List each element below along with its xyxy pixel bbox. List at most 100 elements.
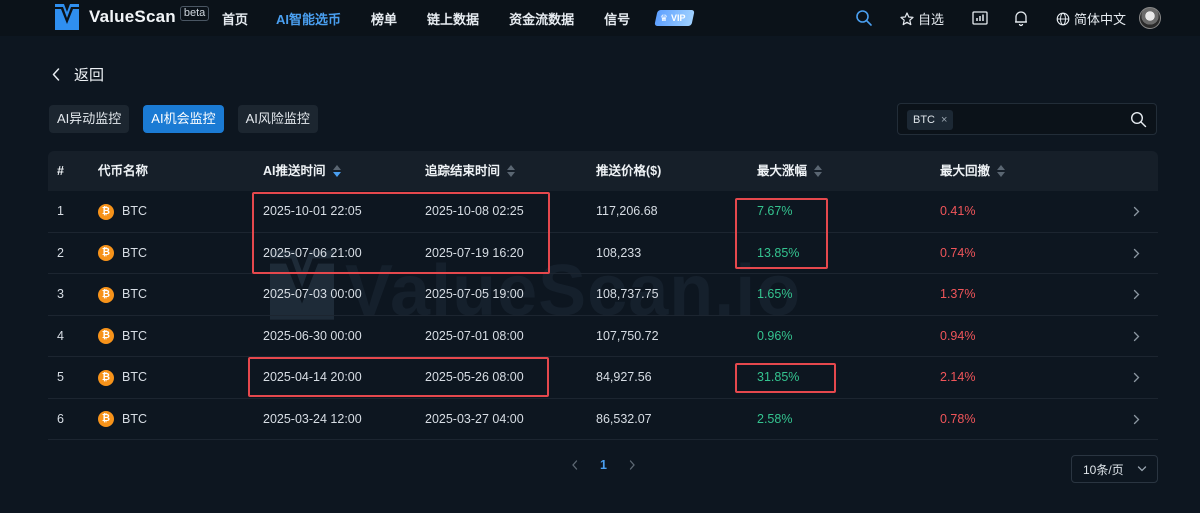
table-row[interactable]: 4 ₿ BTC 2025-06-30 00:00 2025-07-01 08:00… xyxy=(48,316,1158,357)
row-index: 1 xyxy=(57,204,64,218)
nav-rankings[interactable]: 榜单 xyxy=(371,9,397,28)
push-time: 2025-07-03 00:00 xyxy=(263,287,362,301)
chevron-down-icon xyxy=(1137,466,1147,472)
col-push-price: 推送价格($) xyxy=(596,164,662,178)
max-gain: 2.58% xyxy=(757,411,793,426)
btc-icon: ₿ xyxy=(98,411,114,428)
sort-icon[interactable] xyxy=(997,165,1006,177)
col-push-time[interactable]: AI推送时间 xyxy=(263,151,341,191)
col-index: # xyxy=(57,164,64,178)
sort-icon[interactable] xyxy=(332,165,341,177)
push-time: 2025-06-30 00:00 xyxy=(263,328,362,343)
table-header: # 代币名称 AI推送时间 追踪结束时间 推送价格($) 最大涨幅 最大回撤 xyxy=(48,151,1158,191)
coin-cell: ₿ BTC xyxy=(98,274,147,316)
table-row[interactable]: 1 ₿ BTC 2025-10-01 22:05 2025-10-08 02:25… xyxy=(48,191,1158,233)
nav-home[interactable]: 首页 xyxy=(222,9,248,28)
push-price: 86,532.07 xyxy=(596,411,652,426)
col-max-drawdown[interactable]: 最大回撤 xyxy=(940,151,1006,191)
chevron-right-icon[interactable] xyxy=(1132,372,1141,383)
language-selector[interactable]: 简体中文 xyxy=(1056,9,1126,28)
avatar[interactable] xyxy=(1139,7,1161,29)
table-row[interactable]: 2 ₿ BTC 2025-07-06 21:00 2025-07-19 16:20… xyxy=(48,233,1158,274)
push-price: 117,206.68 xyxy=(596,204,658,218)
max-drawdown: 0.41% xyxy=(940,204,976,218)
chevron-right-icon[interactable] xyxy=(1132,414,1141,425)
coin-symbol: BTC xyxy=(122,287,147,301)
push-time: 2025-03-24 12:00 xyxy=(263,411,362,426)
push-price: 107,750.72 xyxy=(596,328,659,343)
favorites-label: 自选 xyxy=(918,12,945,27)
btc-icon: ₿ xyxy=(98,286,114,303)
coin-cell: ₿ BTC xyxy=(98,357,147,399)
chevron-right-icon[interactable] xyxy=(1132,289,1141,300)
crown-icon: ♛ xyxy=(660,12,671,23)
highlight-box-gain-rows-1-2 xyxy=(735,198,828,269)
vip-label: VIP xyxy=(670,13,686,23)
btc-icon: ₿ xyxy=(98,203,114,220)
coin-cell: ₿ BTC xyxy=(98,191,147,233)
sort-icon[interactable] xyxy=(814,165,823,177)
highlight-box-dates-row-5 xyxy=(248,357,549,397)
nav-onchain-data[interactable]: 链上数据 xyxy=(427,9,479,28)
search-icon[interactable] xyxy=(1130,111,1147,128)
highlight-box-dates-rows-1-2 xyxy=(252,192,550,274)
btc-icon: ₿ xyxy=(98,245,114,262)
max-drawdown: 0.94% xyxy=(940,328,976,343)
col-end-time[interactable]: 追踪结束时间 xyxy=(425,151,516,191)
chevron-left-icon[interactable] xyxy=(570,459,580,471)
back-button[interactable]: 返回 xyxy=(52,64,104,85)
table-row[interactable]: 5 ₿ BTC 2025-04-14 20:00 2025-05-26 08:00… xyxy=(48,357,1158,399)
close-icon[interactable]: × xyxy=(941,110,947,130)
col-end-time-label: 追踪结束时间 xyxy=(425,164,501,178)
table-row[interactable]: 6 ₿ BTC 2025-03-24 12:00 2025-03-27 04:00… xyxy=(48,399,1158,441)
chevron-right-icon[interactable] xyxy=(1132,331,1141,342)
page-size-select[interactable]: 10条/页 xyxy=(1071,455,1158,483)
coin-symbol: BTC xyxy=(122,411,147,426)
col-max-gain[interactable]: 最大涨幅 xyxy=(757,151,823,191)
tab-ai-anomaly-monitor[interactable]: AI异动监控 xyxy=(49,105,130,133)
col-max-drawdown-label: 最大回撤 xyxy=(940,164,991,178)
row-index: 3 xyxy=(57,287,64,301)
bell-icon[interactable] xyxy=(1012,9,1030,27)
tab-ai-opportunity-monitor[interactable]: AI机会监控 xyxy=(143,105,224,133)
coin-symbol: BTC xyxy=(122,328,147,343)
chart-icon[interactable] xyxy=(971,9,989,27)
brand-logo[interactable]: ValueScan beta xyxy=(55,4,210,30)
filter-chip-btc: BTC × xyxy=(907,110,954,130)
col-max-gain-label: 最大涨幅 xyxy=(757,164,808,178)
page-number-current[interactable]: 1 xyxy=(600,458,607,472)
globe-icon xyxy=(1056,12,1070,25)
chevron-right-icon[interactable] xyxy=(1132,248,1141,259)
max-drawdown: 0.74% xyxy=(940,245,976,260)
end-time: 2025-07-01 08:00 xyxy=(425,328,524,343)
signal-table-body: 1 ₿ BTC 2025-10-01 22:05 2025-10-08 02:25… xyxy=(48,191,1158,440)
push-price: 108,737.75 xyxy=(596,287,659,301)
vip-badge[interactable]: ♛ VIP xyxy=(654,10,695,26)
nav-signals[interactable]: 信号 xyxy=(604,9,630,28)
coin-cell: ₿ BTC xyxy=(98,399,147,441)
beta-badge: beta xyxy=(179,5,210,21)
search-icon[interactable] xyxy=(855,9,873,27)
page-size-label: 10条/页 xyxy=(1083,462,1124,477)
chevron-right-icon[interactable] xyxy=(1132,206,1141,217)
coin-symbol: BTC xyxy=(122,245,147,260)
max-gain: 0.96% xyxy=(757,328,793,343)
favorites-link[interactable]: 自选 xyxy=(900,9,944,28)
monitor-tabs: AI异动监控 AI机会监控 AI风险监控 xyxy=(49,105,332,133)
chevron-right-icon[interactable] xyxy=(627,459,637,471)
nav-fund-flow-data[interactable]: 资金流数据 xyxy=(509,9,574,28)
btc-icon: ₿ xyxy=(98,369,114,386)
push-price: 108,233 xyxy=(596,245,642,260)
coin-search-input[interactable]: BTC × xyxy=(897,103,1157,135)
row-index: 2 xyxy=(57,245,64,260)
col-coin-name: 代币名称 xyxy=(98,164,149,178)
sort-icon[interactable] xyxy=(507,165,516,177)
top-nav: ValueScan beta 首页 AI智能选币 榜单 链上数据 资金流数据 信… xyxy=(0,0,1200,36)
table-row[interactable]: 3 ₿ BTC 2025-07-03 00:00 2025-07-05 19:00… xyxy=(48,274,1158,316)
nav-ai-coin-selection[interactable]: AI智能选币 xyxy=(276,9,341,28)
coin-symbol: BTC xyxy=(122,204,147,218)
tab-ai-risk-monitor[interactable]: AI风险监控 xyxy=(237,105,318,133)
max-drawdown: 1.37% xyxy=(940,287,976,301)
pagination: 1 xyxy=(570,458,637,472)
valuescan-logo-icon xyxy=(55,4,79,30)
